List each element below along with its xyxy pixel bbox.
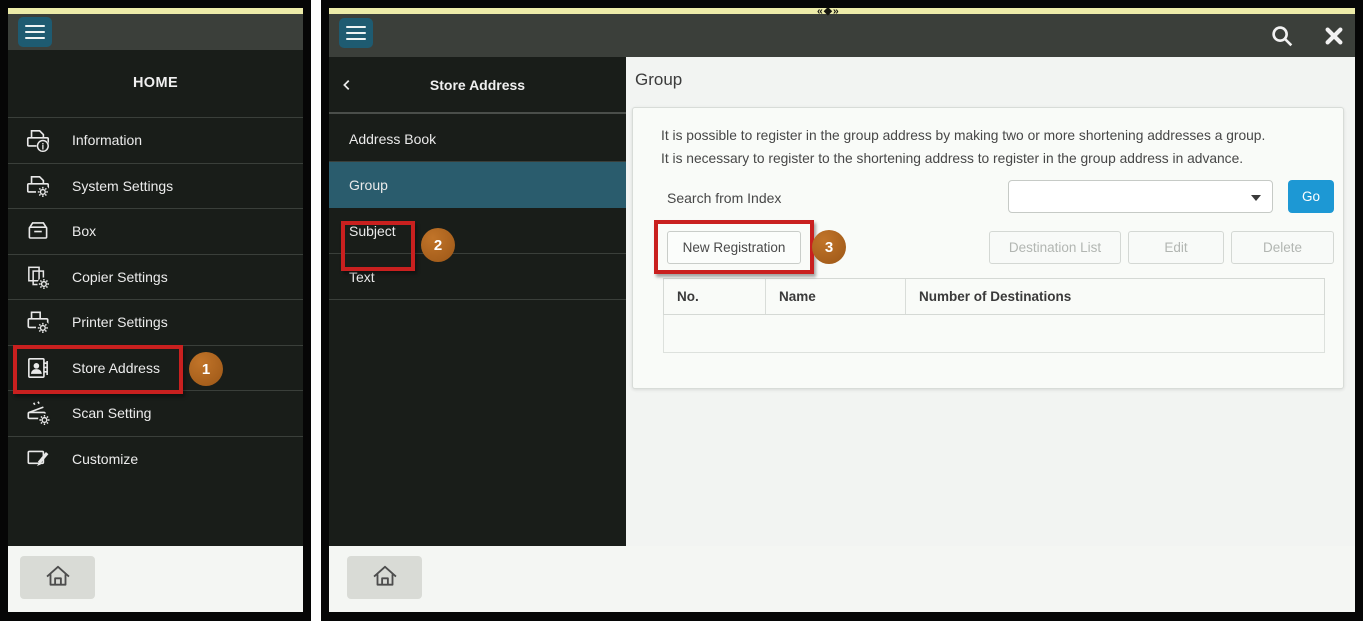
customize-icon xyxy=(24,445,54,473)
top-strip xyxy=(329,8,1355,14)
group-card: It is possible to register in the group … xyxy=(632,107,1344,389)
description-line-2: It is necessary to register to the short… xyxy=(661,147,1265,170)
delete-button[interactable]: Delete xyxy=(1231,231,1334,264)
box-icon xyxy=(24,217,54,245)
menu-item-label: System Settings xyxy=(72,178,173,194)
description-line-1: It is possible to register in the group … xyxy=(661,124,1265,147)
group-table: No. Name Number of Destinations xyxy=(663,278,1325,353)
column-header-no: No. xyxy=(664,279,766,314)
destination-list-button[interactable]: Destination List xyxy=(989,231,1121,264)
go-button[interactable]: Go xyxy=(1288,180,1334,213)
right-footer-bar xyxy=(329,546,1355,612)
submenu-title: Store Address xyxy=(329,57,626,114)
scroll-position-marker: «◆» xyxy=(817,6,840,16)
menu-item-system-settings[interactable]: System Settings xyxy=(8,163,303,209)
hamburger-menu-button[interactable] xyxy=(339,18,373,48)
information-icon: i xyxy=(24,126,54,154)
table-header-row: No. Name Number of Destinations xyxy=(663,278,1325,315)
left-header-bar xyxy=(8,14,303,50)
submenu-item-address-book[interactable]: Address Book xyxy=(329,116,626,162)
menu-item-label: Printer Settings xyxy=(72,314,168,330)
submenu-header: Store Address xyxy=(329,57,626,114)
svg-text:i: i xyxy=(42,142,45,152)
table-empty-row xyxy=(663,315,1325,353)
content-title: Group xyxy=(635,70,682,90)
highlight-box-step2 xyxy=(341,221,415,271)
submenu-item-group[interactable]: Group xyxy=(329,162,626,208)
search-from-index-label: Search from Index xyxy=(667,190,781,206)
menu-item-copier-settings[interactable]: Copier Settings xyxy=(8,254,303,300)
scan-setting-icon xyxy=(24,399,54,427)
menu-item-label: Scan Setting xyxy=(72,405,151,421)
home-button[interactable] xyxy=(20,556,95,599)
column-header-destinations: Number of Destinations xyxy=(906,279,1324,314)
store-address-panel: «◆» Store Address Address Book Group xyxy=(321,0,1363,621)
submenu-list: Address Book Group Subject Text xyxy=(329,116,626,300)
chevron-down-icon xyxy=(1251,195,1261,201)
hamburger-menu-button[interactable] xyxy=(18,17,52,47)
back-icon[interactable] xyxy=(340,78,354,92)
home-button[interactable] xyxy=(347,556,422,599)
home-icon xyxy=(370,561,400,594)
store-address-submenu: Store Address Address Book Group Subject… xyxy=(329,57,626,546)
copier-settings-icon xyxy=(24,263,54,291)
home-menu-panel: HOME i Information System Settings Box xyxy=(0,0,311,621)
description-text: It is possible to register in the group … xyxy=(661,124,1265,170)
left-footer-bar xyxy=(8,546,303,612)
top-strip xyxy=(8,8,303,14)
submenu-item-label: Group xyxy=(349,177,388,193)
submenu-item-label: Address Book xyxy=(349,131,436,147)
step-badge-2: 2 xyxy=(421,228,455,262)
group-content-area: Group It is possible to register in the … xyxy=(626,57,1355,546)
menu-item-printer-settings[interactable]: Printer Settings xyxy=(8,299,303,345)
menu-item-label: Information xyxy=(72,132,142,148)
search-icon[interactable] xyxy=(1267,21,1297,51)
step-badge-3: 3 xyxy=(812,230,846,264)
close-icon[interactable] xyxy=(1319,21,1349,51)
home-icon xyxy=(43,561,73,594)
page-title: HOME xyxy=(8,50,303,117)
menu-item-customize[interactable]: Customize xyxy=(8,436,303,482)
menu-item-label: Box xyxy=(72,223,96,239)
menu-item-box[interactable]: Box xyxy=(8,208,303,254)
index-dropdown[interactable] xyxy=(1008,180,1273,213)
menu-item-scan-setting[interactable]: Scan Setting xyxy=(8,390,303,436)
edit-button[interactable]: Edit xyxy=(1128,231,1224,264)
right-header-bar xyxy=(329,14,1355,57)
menu-item-information[interactable]: i Information xyxy=(8,117,303,163)
step-badge-1: 1 xyxy=(189,352,223,386)
menu-item-label: Copier Settings xyxy=(72,269,168,285)
printer-settings-icon xyxy=(24,308,54,336)
highlight-box-step3 xyxy=(654,220,814,274)
menu-item-label: Customize xyxy=(72,451,138,467)
column-header-name: Name xyxy=(766,279,906,314)
highlight-box-step1 xyxy=(13,345,183,394)
home-menu-body: HOME i Information System Settings Box xyxy=(8,50,303,546)
home-menu-list: i Information System Settings Box xyxy=(8,117,303,481)
system-settings-icon xyxy=(24,172,54,200)
